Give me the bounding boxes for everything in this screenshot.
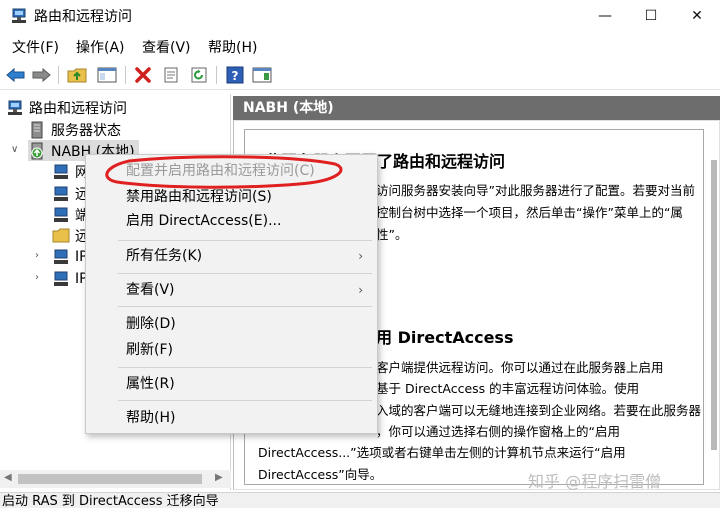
tree-item-child-4[interactable]: 远 [52, 225, 89, 246]
network-interfaces-icon [54, 164, 68, 179]
section-heading-directaccess: 用 DirectAccess [376, 328, 514, 347]
routing-app-icon [12, 8, 26, 23]
close-button[interactable]: ✕ [674, 0, 720, 32]
menu-item-all-tasks[interactable]: 所有任务(K) › [86, 245, 377, 267]
properties-icon[interactable] [160, 64, 182, 86]
folder-icon [52, 228, 70, 242]
paragraph-line: 性”。 [376, 227, 408, 242]
back-icon[interactable] [5, 64, 27, 86]
menu-item-help[interactable]: 帮助(H) [86, 407, 377, 429]
ip-routing-icon [54, 249, 68, 264]
server-status-icon [31, 121, 43, 138]
tree-item-server-status[interactable]: 服务器状态 [28, 119, 121, 140]
menu-separator [118, 240, 372, 241]
chevron-right-icon[interactable]: › [35, 251, 45, 261]
delete-icon[interactable] [132, 64, 154, 86]
help-icon[interactable]: ? [224, 64, 246, 86]
menu-help[interactable]: 帮助(H) [208, 37, 257, 57]
menu-item-properties[interactable]: 属性(R) [86, 373, 377, 395]
menu-item-refresh[interactable]: 刷新(F) [86, 339, 377, 361]
toolbar: ? [0, 60, 720, 90]
menu-separator [118, 306, 372, 307]
paragraph-line: 基于 DirectAccess 的丰富远程访问体验。使用 [376, 381, 640, 396]
remote-clients-icon [54, 186, 68, 201]
paragraph-line: 入域的客户端可以无缝地连接到企业网络。若要在此服务器 [376, 403, 702, 418]
scrollbar-thumb[interactable] [18, 474, 202, 484]
tree-item-child-1[interactable]: 网 [52, 161, 89, 182]
refresh-icon[interactable] [188, 64, 210, 86]
paragraph-line: 访问服务器安装向导”对此服务器进行了配置。若要对当前 [376, 183, 695, 198]
menu-item-view[interactable]: 查看(V) › [86, 279, 377, 301]
ip-routing-icon [54, 271, 68, 286]
menu-item-delete[interactable]: 删除(D) [86, 313, 377, 335]
menu-item-enable-directaccess[interactable]: 启用 DirectAccess(E)... [86, 210, 377, 232]
svg-text:?: ? [232, 69, 239, 83]
menu-separator [118, 367, 372, 368]
minimize-button[interactable]: — [582, 0, 628, 32]
paragraph-line: 控制台树中选择一个项目，然后单击“操作”菜单上的“属 [376, 205, 683, 220]
context-menu: 配置并启用路由和远程访问(C) 禁用路由和远程访问(S) 启用 DirectAc… [85, 154, 378, 434]
forward-icon[interactable] [30, 64, 52, 86]
tree-root[interactable]: 路由和远程访问 [6, 97, 127, 118]
show-hide-tree-icon[interactable] [96, 64, 118, 86]
watermark: 知乎 @程序扫雷僧 [528, 472, 662, 491]
submenu-arrow-icon: › [358, 249, 363, 263]
chevron-down-icon[interactable]: ∨ [11, 145, 21, 155]
menu-separator [118, 400, 372, 401]
paragraph-line: ，你可以通过选择右侧的操作窗格上的“启用 [376, 424, 620, 439]
up-folder-icon[interactable] [66, 64, 88, 86]
menu-file[interactable]: 文件(F) [12, 37, 59, 57]
results-pane-header: NABH (本地) [233, 96, 720, 120]
maximize-button[interactable]: ☐ [628, 0, 674, 32]
ports-icon [54, 207, 68, 222]
scrollbar-thumb[interactable] [711, 160, 717, 450]
scroll-right-icon[interactable]: ▶ [215, 472, 223, 483]
tree-item-ipv6[interactable]: IP [52, 268, 88, 289]
paragraph-line: DirectAccess”向导。 [258, 467, 383, 482]
server-up-icon [31, 142, 43, 159]
highlight-ellipse-annotation [105, 155, 343, 189]
menu-action[interactable]: 操作(A) [76, 37, 125, 57]
tree-item-child-3[interactable]: 端 [52, 204, 89, 225]
paragraph-line: DirectAccess...”选项或者右键单击左侧的计算机节点来运行“启用 [258, 445, 626, 460]
menu-bar: 文件(F) 操作(A) 查看(V) 帮助(H) [0, 34, 720, 58]
results-vertical-scrollbar[interactable] [708, 140, 720, 485]
tree-item-ipv4[interactable]: IP [52, 246, 88, 267]
status-bar: 启动 RAS 到 DirectAccess 迁移向导 [0, 492, 720, 508]
routing-root-icon [8, 100, 22, 115]
tree-item-child-2[interactable]: 远 [52, 183, 89, 204]
menu-view[interactable]: 查看(V) [142, 37, 191, 57]
chevron-right-icon[interactable]: › [35, 273, 45, 283]
menu-separator [118, 273, 372, 274]
action-pane-icon[interactable] [251, 64, 273, 86]
tree-horizontal-scrollbar[interactable]: ◀ ▶ [0, 470, 231, 488]
paragraph-line: 客户端提供远程访问。你可以通过在此服务器上启用 [376, 360, 664, 375]
scroll-left-icon[interactable]: ◀ [4, 472, 12, 483]
submenu-arrow-icon: › [358, 283, 363, 297]
window-title: 路由和远程访问 [34, 9, 132, 25]
title-bar: 路由和远程访问 — ☐ ✕ [0, 0, 720, 32]
